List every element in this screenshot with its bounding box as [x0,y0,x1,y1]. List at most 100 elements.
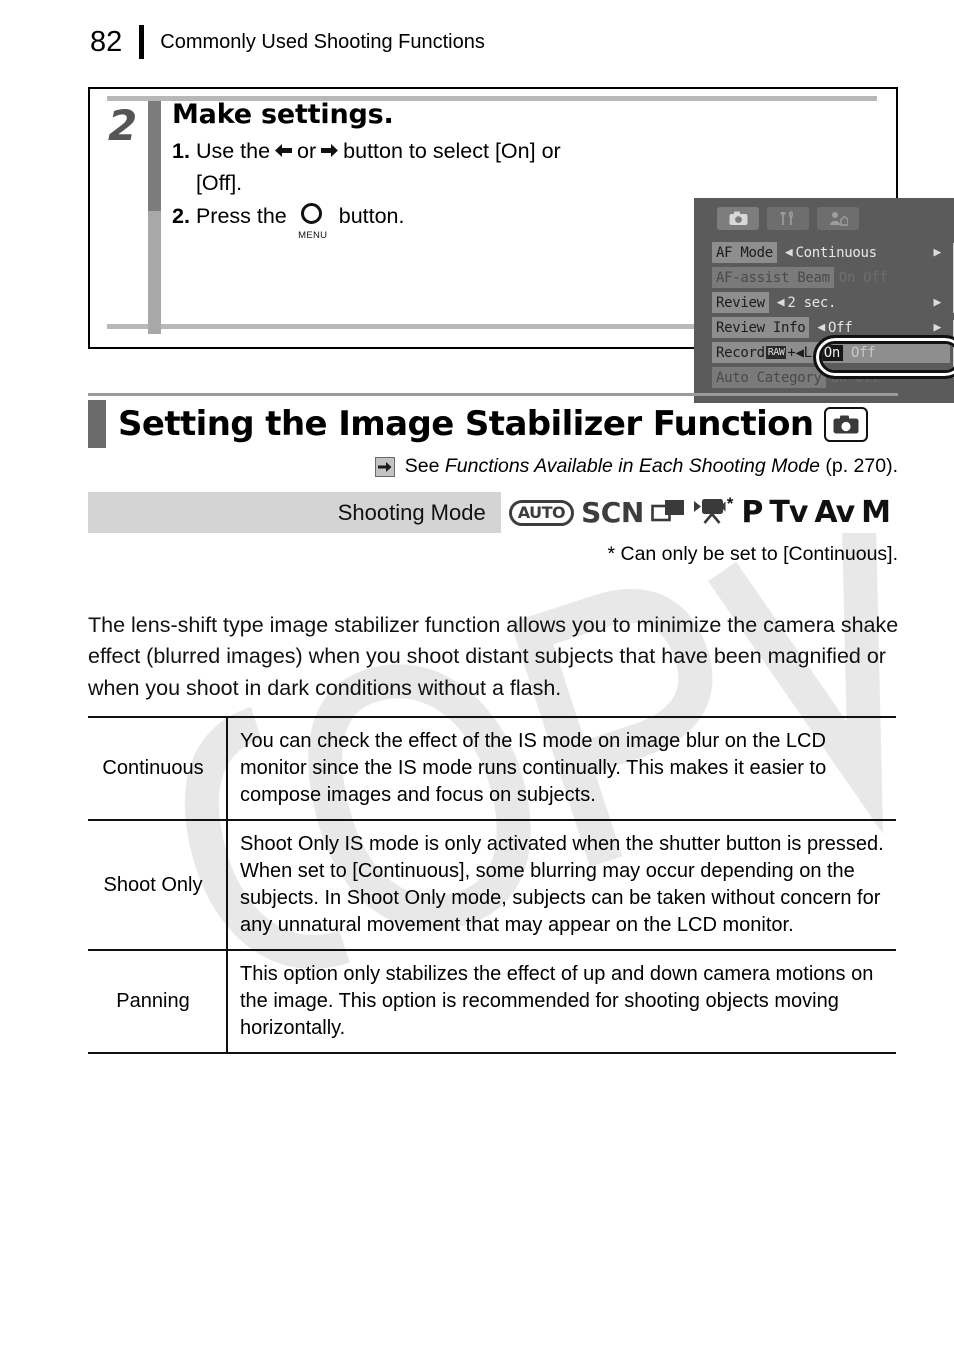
step-content: Make settings. 1. Use the or button to s… [172,99,592,241]
section-heading: Setting the Image Stabilizer Function [88,400,898,448]
caret-left-icon: ◀ [817,320,825,335]
caret-right-icon: ▶ [933,295,941,310]
lcd-label-review: Review [712,292,769,313]
lcd-value-af-assist-beam: On Off [834,267,950,288]
see-reference-line: See Functions Available in Each Shooting… [88,455,898,478]
lcd-row-af-mode: AF Mode ◀ Continuous ▶ [712,240,950,265]
lcd-label-review-info: Review Info [712,317,810,338]
lcd-tab-my-camera [817,207,859,230]
table-row: Shoot Only Shoot Only IS mode is only ac… [88,819,896,950]
lcd-value-auto-category: On Off [826,367,950,388]
caret-left-icon: ◀ [784,245,793,260]
stitch-assist-mode-icon [650,497,685,529]
lcd-value-record: On Off [815,342,950,363]
step-2-text-after: button. [338,204,405,228]
step-number: 2 [108,101,138,150]
see-page-ref: (p. 270). [825,455,898,477]
section-accent-bar [88,400,106,448]
step-accent-bar-top [148,101,161,211]
lcd-row-record: Record RAW + ◀L On Off [712,340,950,365]
lcd-menu-rows: AF Mode ◀ Continuous ▶ AF-assist Beam On… [712,240,950,390]
lcd-label-af-mode: AF Mode [712,242,777,263]
lcd-af-assist-on: On [838,269,856,286]
lcd-row-af-assist-beam: AF-assist Beam On Off [712,265,950,290]
lcd-record-label-text: Record [716,344,765,361]
movie-mode-asterisk: * [726,493,734,513]
header-title: Commonly Used Shooting Functions [160,30,485,53]
lcd-record-on: On [820,344,844,361]
step-instruction-list: 1. Use the or button to select [On] or [… [172,136,592,241]
table-row: Continuous You can check the effect of t… [88,716,896,820]
lcd-label-af-assist-beam: AF-assist Beam [712,267,834,288]
see-prefix: See [404,455,440,477]
tools-icon [780,211,793,225]
my-camera-icon [829,212,848,226]
menu-button-icon: MENU [296,203,330,241]
lcd-af-mode-value: Continuous [795,244,877,261]
lcd-value-review: ◀ 2 sec. ▶ [769,292,950,313]
is-mode-table: Continuous You can check the effect of t… [88,716,896,1054]
lcd-label-auto-category: Auto Category [712,367,826,388]
camera-icon [823,406,868,442]
scn-mode-icon: SCN [581,496,644,529]
lcd-tab-shooting [717,207,759,230]
table-cell-mode: Continuous [88,716,228,820]
lcd-auto-category-on: On [830,369,848,386]
caret-right-icon: ▶ [933,245,941,260]
av-mode-icon: Av [814,495,855,530]
table-cell-description: Shoot Only IS mode is only activated whe… [227,819,896,950]
table-row: Panning This option only stabilizes the … [88,949,896,1054]
auto-mode-icon: AUTO [508,499,575,526]
shooting-mode-label: Shooting Mode [337,499,486,525]
caret-right-icon: ▶ [933,320,941,335]
header-divider [139,25,145,59]
lcd-row-review-info: Review Info ◀ Off ▶ [712,315,950,340]
right-arrow-icon [320,137,339,168]
step-box: 2 Make settings. 1. Use the or button to… [88,87,954,403]
step-marker-2: 2. [172,204,190,228]
lcd-review-value: 2 sec. [787,294,837,311]
step-text-1: Use the or button to select [On] or [Off… [196,136,592,199]
raw-format-icon: RAW [765,346,787,359]
table-cell-description: You can check the effect of the IS mode … [227,716,896,820]
table-cell-mode: Shoot Only [88,819,228,950]
shooting-mode-icon-list: AUTO SCN * P Tv Av M [500,492,898,533]
lcd-auto-category-off: Off [854,369,880,386]
lcd-review-info-value: Off [827,319,853,336]
page-number: 82 [90,25,123,58]
p-mode-icon: P [741,495,763,530]
section-title: Setting the Image Stabilizer Function [118,404,814,444]
table-cell-description: This option only stabilizes the effect o… [227,949,896,1054]
camera-lcd-screenshot: AF Mode ◀ Continuous ▶ AF-assist Beam On… [694,198,954,403]
step-accent-bar-bottom [148,211,161,334]
lcd-tab-setup [767,207,809,230]
step-2-text-before: Press the [195,204,287,228]
step-title: Make settings. [172,99,394,130]
lcd-value-af-mode: ◀ Continuous ▶ [777,242,950,263]
lcd-tab-bar [717,207,859,230]
step-marker-1: 1. [172,139,190,163]
menu-button-label: MENU [298,230,328,241]
m-mode-icon: M [861,495,891,530]
lcd-row-review: Review ◀ 2 sec. ▶ [712,290,950,315]
table-cell-mode: Panning [88,949,228,1054]
arrow-right-icon [374,456,395,477]
lcd-label-record: Record RAW + ◀L [712,342,816,363]
lcd-row-auto-category: Auto Category On Off [712,365,950,390]
page-header: 82 Commonly Used Shooting Functions [90,20,485,64]
lcd-value-review-info: ◀ Off ▶ [809,317,950,338]
step-text-2: Press the MENU button. [195,201,592,241]
large-size-icon: ◀L [795,344,812,361]
shooting-mode-bar: Shooting Mode AUTO SCN * P Tv Av M [88,492,898,533]
lcd-record-off: Off [851,344,876,361]
step-1-text-middle: or [297,139,317,163]
caret-left-icon: ◀ [776,295,785,310]
section-top-rule [88,393,898,396]
intro-paragraph: The lens-shift type image stabilizer fun… [88,612,899,700]
step-instruction-2: 2. Press the MENU button. [172,201,592,241]
tv-mode-icon: Tv [769,495,808,530]
shooting-mode-footnote: * Can only be set to [Continuous]. [607,543,898,565]
see-reference-title: Functions Available in Each Shooting Mod… [444,455,820,477]
camera-icon [729,211,747,225]
step-1-text-before: Use the [195,139,271,163]
